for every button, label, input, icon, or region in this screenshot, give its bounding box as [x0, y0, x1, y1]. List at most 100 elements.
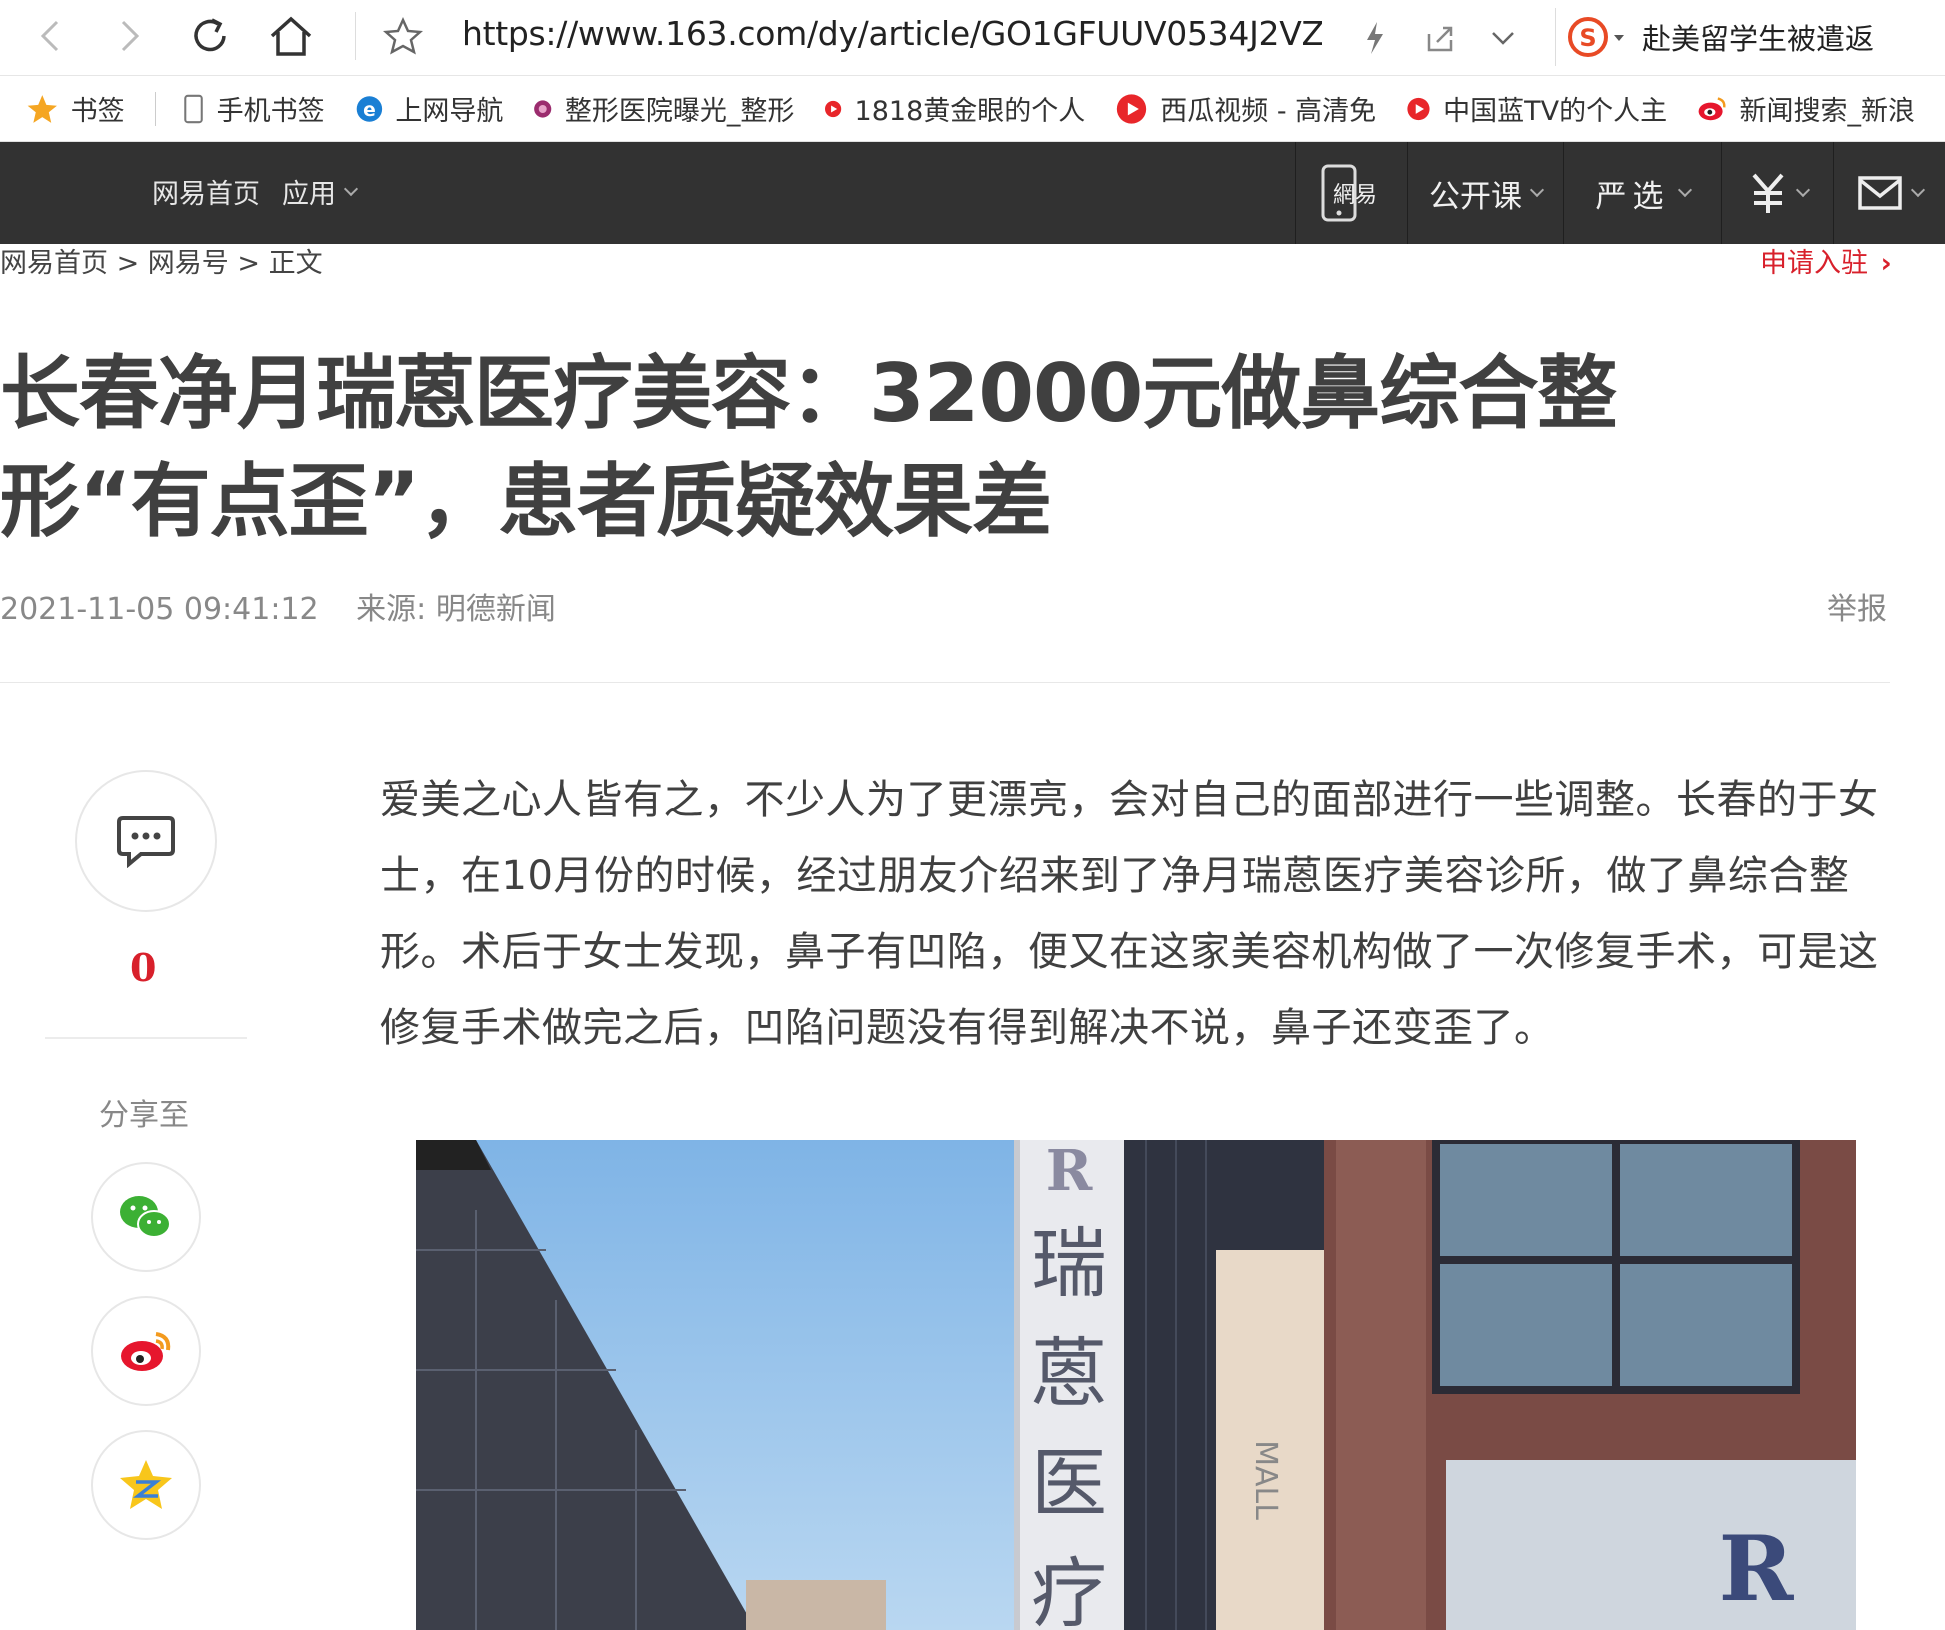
- wechat-icon: [120, 1196, 171, 1238]
- bookmark-item-bookmarks[interactable]: 书签: [26, 84, 125, 134]
- bookmark-item-nav[interactable]: e 上网导航: [355, 84, 504, 134]
- lightning-button[interactable]: [1350, 14, 1400, 62]
- article-source[interactable]: 来源: 明德新闻: [356, 592, 556, 627]
- bookmark-label: 手机书签: [216, 96, 325, 127]
- article-datetime: 2021-11-05 09:41:12: [0, 592, 319, 627]
- title-divider: [0, 682, 1890, 683]
- ie-e-icon: e: [356, 95, 382, 122]
- reload-icon: [194, 18, 226, 52]
- home-button[interactable]: [266, 10, 316, 62]
- home-icon: [270, 16, 312, 56]
- qzone-star-icon: [120, 1460, 172, 1509]
- bookmark-item-clinic[interactable]: 整形医院曝光_整形: [533, 84, 794, 134]
- nav-apps-label: 应用: [282, 179, 336, 210]
- netease-app-button[interactable]: 網易: [1295, 142, 1407, 244]
- sign-char: 疗: [1031, 1549, 1107, 1630]
- article-body: 爱美之心人皆有之，不少人为了更漂亮，会对自己的面部进行一些调整。长春的于女士，在…: [380, 777, 1879, 1051]
- video-play-icon: [825, 100, 842, 117]
- forward-button[interactable]: [105, 10, 155, 62]
- lightning-icon: [1367, 22, 1383, 54]
- bookmark-star-button[interactable]: [378, 10, 428, 62]
- share-page-button[interactable]: [1415, 14, 1465, 62]
- star-outline-icon: [383, 16, 423, 55]
- address-bar[interactable]: https://www.163.com/dy/article/GO1GFUUV0…: [462, 14, 1322, 53]
- open-course-menu[interactable]: 公开课: [1407, 142, 1563, 244]
- bookmark-item-zgl[interactable]: 中国蓝TV的个人主: [1406, 84, 1667, 134]
- bookmark-item-xigua[interactable]: 西瓜视频 - 高清免: [1115, 84, 1376, 134]
- comment-button[interactable]: [75, 770, 217, 912]
- chevron-down-icon: [1795, 182, 1810, 198]
- bookmark-label: 上网导航: [395, 96, 504, 127]
- chevron-down-icon: [1492, 32, 1514, 45]
- clinic-logo-mark: R: [1046, 1140, 1093, 1204]
- bookmark-label: 1818黄金眼的个人: [854, 96, 1086, 127]
- sogou-search-icon: S: [1568, 17, 1624, 57]
- mall-sign-text: MALL: [1248, 1440, 1283, 1520]
- payment-menu[interactable]: [1721, 142, 1833, 244]
- share-weibo-button[interactable]: [91, 1296, 201, 1406]
- url-dropdown-button[interactable]: [1478, 14, 1528, 62]
- bookmarks-bar: 书签 手机书签 e 上网导航 整形医院曝光_整形 1818黄金眼的个人 西瓜视频…: [0, 76, 1945, 142]
- bookmark-label: 书签: [70, 96, 125, 127]
- netease-nav: 网易首页 应用 網易 公开课 严选: [0, 142, 1945, 244]
- chevron-right-icon: ›: [1880, 248, 1892, 279]
- sign-char: 瑞: [1031, 1219, 1107, 1308]
- bookmark-label: 新闻搜索_新浪: [1739, 96, 1916, 127]
- yuan-icon: [1751, 173, 1784, 213]
- share-out-icon: [1427, 26, 1453, 52]
- yanxuan-label: 严选: [1595, 178, 1670, 215]
- breadcrumb[interactable]: 网易首页 > 网易号 > 正文: [0, 241, 323, 280]
- video-play-icon: [1117, 93, 1147, 124]
- forward-arrow-icon: [121, 20, 140, 52]
- sign-char: 蒽: [1031, 1329, 1107, 1418]
- comment-bubble-icon: [117, 816, 175, 868]
- mobile-app-icon: 網易: [1321, 164, 1377, 222]
- search-box[interactable]: S 赴美留学生被遣返: [1555, 8, 1945, 66]
- svg-text:e: e: [363, 99, 376, 120]
- search-query: 赴美留学生被遣返: [1642, 22, 1875, 56]
- clinic-logo-mark-building: R: [1719, 1516, 1795, 1622]
- chevron-down-icon: [343, 181, 359, 196]
- mail-icon: [1857, 176, 1902, 210]
- share-label: 分享至: [99, 1098, 189, 1133]
- reload-button[interactable]: [185, 10, 235, 62]
- browser-toolbar: https://www.163.com/dy/article/GO1GFUUV0…: [0, 0, 1945, 76]
- nav-home-link[interactable]: 网易首页: [152, 172, 260, 211]
- nav-apps-dropdown[interactable]: 应用: [282, 172, 359, 211]
- bookmark-item-sina[interactable]: 新闻搜索_新浪: [1697, 84, 1915, 134]
- back-button[interactable]: [25, 10, 75, 62]
- bookmark-item-1818[interactable]: 1818黄金眼的个人: [824, 84, 1085, 134]
- open-course-label: 公开课: [1429, 178, 1522, 215]
- toolbar-divider: [355, 12, 356, 60]
- clinic-building-photo: R 瑞 蒽 医 疗 MALL R: [416, 1140, 1856, 1630]
- apply-join-label: 申请入驻: [1760, 248, 1868, 279]
- phone-icon: [183, 94, 203, 123]
- apply-join-link[interactable]: 申请入驻 ›: [1760, 241, 1892, 280]
- weibo-eye-icon: [1698, 96, 1726, 120]
- share-divider: [45, 1037, 247, 1039]
- svg-text:S: S: [1579, 24, 1596, 52]
- bookmark-label: 中国蓝TV的个人主: [1443, 96, 1668, 127]
- share-qzone-button[interactable]: [91, 1430, 201, 1540]
- bookmark-label: 整形医院曝光_整形: [564, 96, 795, 127]
- star-icon: [27, 94, 57, 123]
- chevron-down-icon: [1529, 182, 1545, 198]
- article-title: 长春净月瑞蒽医疗美容：32000元做鼻综合整形“有点歪”，患者质疑效果差: [0, 347, 1617, 548]
- weibo-icon: [121, 1332, 171, 1371]
- chevron-down-icon: [1677, 182, 1692, 198]
- bookmark-item-mobile[interactable]: 手机书签: [182, 84, 325, 134]
- comment-count[interactable]: 0: [130, 945, 156, 990]
- bookmark-label: 西瓜视频 - 高清免: [1160, 96, 1377, 127]
- clinic-logo-icon: [534, 99, 552, 118]
- report-link[interactable]: 举报: [1827, 584, 1887, 628]
- mail-menu[interactable]: [1833, 142, 1945, 244]
- share-wechat-button[interactable]: [91, 1162, 201, 1272]
- bookmark-separator: [154, 91, 156, 126]
- netease-badge-text: 網易: [1332, 183, 1376, 208]
- sign-char: 医: [1031, 1439, 1107, 1528]
- chevron-down-icon: [1910, 182, 1925, 198]
- article-photo: R 瑞 蒽 医 疗 MALL R: [416, 1140, 1856, 1630]
- article-meta: 2021-11-05 09:41:12 来源: 明德新闻: [0, 584, 556, 628]
- video-play-icon: [1407, 97, 1430, 120]
- yanxuan-menu[interactable]: 严选: [1563, 142, 1721, 244]
